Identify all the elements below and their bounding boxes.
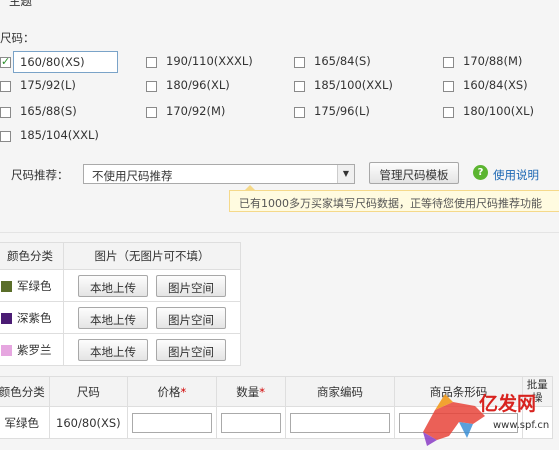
tip-text: 已有1000多万买家填写尺码数据，正等待您使用尺码推荐功能	[239, 197, 542, 210]
merchant-code-input-cell	[284, 406, 396, 439]
color-name: 军绿色	[17, 278, 52, 293]
size-option-label: 165/88(S)	[20, 104, 77, 118]
chevron-down-icon[interactable]: ▼	[337, 165, 354, 183]
watermark-logo: 亿发网 www.spf.cn	[423, 392, 549, 446]
local-upload-button[interactable]: 本地上传	[78, 338, 148, 361]
image-cell: 本地上传 图片空间	[63, 269, 241, 302]
image-cell: 本地上传 图片空间	[63, 301, 241, 334]
sku-size-cell: 160/80(XS)	[48, 406, 129, 439]
size-option-label: 165/84(S)	[314, 54, 371, 68]
price-input[interactable]	[132, 412, 212, 433]
size-checkbox[interactable]	[294, 107, 305, 118]
section-divider	[0, 232, 559, 233]
watermark-text: 亿发网	[479, 392, 536, 415]
size-option-label: 180/96(XL)	[166, 78, 230, 92]
local-upload-button[interactable]: 本地上传	[78, 306, 148, 329]
watermark-url: www.spf.cn	[493, 420, 549, 431]
sku-color-cell: 军绿色	[0, 406, 50, 439]
header-color-category: 颜色分类	[0, 242, 64, 270]
local-upload-button[interactable]: 本地上传	[78, 274, 148, 297]
sku-header-merchant-code: 商家编码	[284, 376, 396, 407]
size-option-label: 190/110(XXXL)	[166, 54, 253, 68]
bull-logo-icon	[423, 394, 485, 446]
size-checkbox[interactable]	[0, 55, 11, 68]
merchant-code-input[interactable]	[289, 412, 391, 433]
color-name: 紫罗兰	[17, 342, 52, 357]
quantity-input-cell	[215, 406, 286, 439]
image-space-button[interactable]: 图片空间	[156, 306, 226, 329]
required-mark: *	[180, 384, 187, 399]
size-option-label: 160/84(XS)	[463, 78, 528, 92]
size-checkbox[interactable]	[443, 57, 454, 68]
size-option-label: 185/100(XXL)	[314, 78, 393, 92]
color-swatch	[1, 280, 12, 292]
size-alias-input[interactable]: 160/80(XS)	[13, 51, 118, 73]
color-row: 军绿色 本地上传 图片空间	[0, 269, 241, 302]
price-input-cell	[127, 406, 217, 439]
size-option-label: 175/92(L)	[20, 78, 76, 92]
size-option-label: 180/100(XL)	[463, 104, 535, 118]
size-checkbox[interactable]	[294, 57, 305, 68]
quantity-input[interactable]	[220, 412, 281, 433]
sku-header-price: 价格*	[127, 376, 217, 407]
size-option-label: 175/96(L)	[314, 104, 370, 118]
size-option-label: 170/92(M)	[166, 104, 226, 118]
size-checkbox[interactable]	[443, 81, 454, 92]
color-swatch	[1, 344, 12, 356]
image-space-button[interactable]: 图片空间	[156, 338, 226, 361]
color-row: 深紫色 本地上传 图片空间	[0, 301, 241, 334]
size-section-label: 尺码：	[0, 31, 35, 45]
header-image: 图片（无图片可不填）	[63, 242, 241, 270]
help-link[interactable]: 使用说明	[493, 167, 539, 183]
help-icon: ?	[473, 165, 488, 180]
size-checkbox[interactable]	[443, 107, 454, 118]
image-space-button[interactable]: 图片空间	[156, 274, 226, 297]
size-recommend-tip: 已有1000多万买家填写尺码数据，正等待您使用尺码推荐功能	[229, 185, 559, 212]
sku-header-quantity: 数量*	[215, 376, 286, 407]
size-checkbox[interactable]	[0, 81, 11, 92]
size-checkbox[interactable]	[0, 131, 11, 142]
size-recommend-label: 尺码推荐：	[11, 168, 69, 182]
size-checkbox[interactable]	[146, 81, 157, 92]
size-recommend-select[interactable]: 不使用尺码推荐 ▼	[83, 164, 355, 184]
color-name: 深紫色	[17, 310, 52, 325]
color-cell: 紫罗兰	[0, 333, 64, 366]
color-cell: 深紫色	[0, 301, 64, 334]
size-checkbox[interactable]	[0, 107, 11, 118]
size-option-label: 185/104(XXL)	[20, 128, 99, 142]
size-checkbox[interactable]	[146, 57, 157, 68]
size-option-label: 170/88(M)	[463, 54, 523, 68]
color-cell: 军绿色	[0, 269, 64, 302]
manage-size-template-button[interactable]: 管理尺码模板	[369, 162, 459, 184]
image-cell: 本地上传 图片空间	[63, 333, 241, 366]
sku-header-color: 颜色分类	[0, 376, 50, 407]
color-image-table: 颜色分类 图片（无图片可不填） 军绿色 本地上传 图片空间 深紫色 本地上传 图片空间 紫罗…	[0, 242, 241, 366]
sku-header-size: 尺码	[48, 376, 129, 407]
required-mark: *	[259, 384, 266, 399]
size-checkbox[interactable]	[146, 107, 157, 118]
select-value: 不使用尺码推荐	[92, 169, 173, 183]
color-swatch	[1, 312, 12, 324]
size-checkbox[interactable]	[294, 81, 305, 92]
top-partial-label: 主题	[9, 0, 32, 8]
color-row: 紫罗兰 本地上传 图片空间	[0, 333, 241, 366]
